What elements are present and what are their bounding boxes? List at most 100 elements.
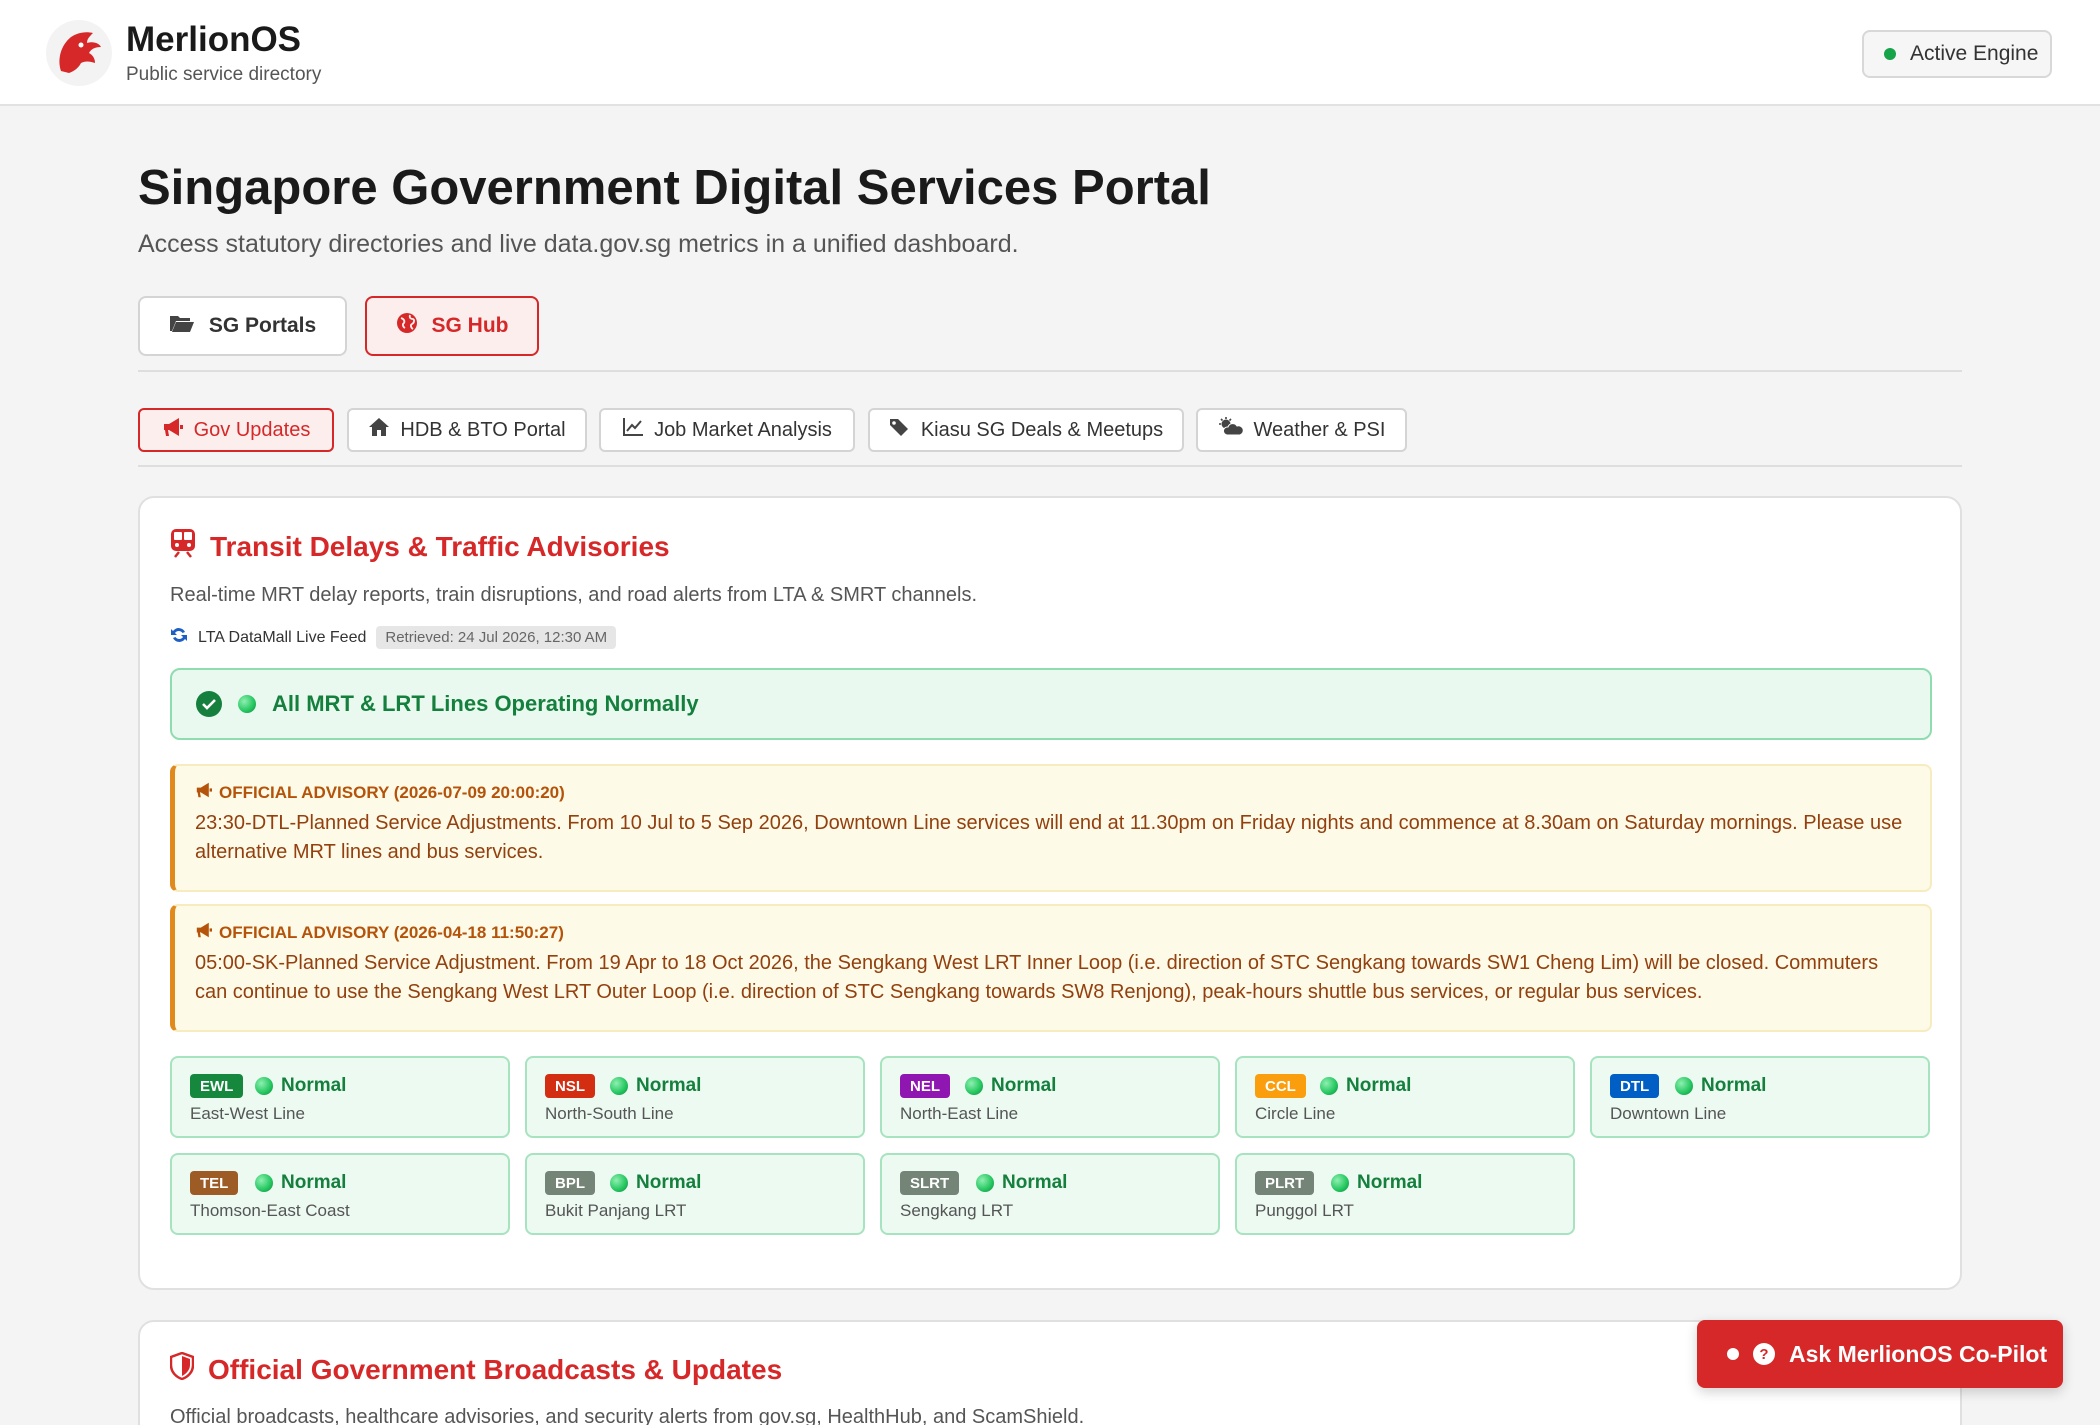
cloud-sun-icon (1218, 417, 1244, 443)
line-status-card[interactable]: CCL Normal Circle Line (1235, 1056, 1575, 1138)
status-dot-icon (1331, 1174, 1349, 1192)
line-status-card[interactable]: NEL Normal North-East Line (880, 1056, 1220, 1138)
line-status-text: Normal (991, 1075, 1057, 1096)
subtab-label: Kiasu SG Deals & Meetups (920, 418, 1164, 441)
advisory-header-text: OFFICIAL ADVISORY (2026-04-18 11:50:27) (219, 922, 564, 942)
tab-sg-portals[interactable]: SG Portals (138, 296, 347, 356)
line-status-card[interactable]: SLRT Normal Sengkang LRT (880, 1153, 1220, 1235)
line-code-badge: DTL (1610, 1074, 1660, 1098)
advisory-item: OFFICIAL ADVISORY (2026-07-09 20:00:20) … (170, 764, 1932, 892)
megaphone-icon (195, 922, 213, 943)
line-name: Punggol LRT (1255, 1201, 1354, 1220)
question-circle-icon: ? (1753, 1343, 1775, 1365)
tab-label: SG Portals (208, 314, 317, 337)
subtab-kiasu-deals[interactable]: Kiasu SG Deals & Meetups (868, 408, 1184, 452)
line-status-card[interactable]: PLRT Normal Punggol LRT (1235, 1153, 1575, 1235)
subtab-hdb-bto[interactable]: HDB & BTO Portal (347, 408, 587, 452)
broadcasts-card: Official Government Broadcasts & Updates… (138, 1320, 1962, 1425)
line-status: Normal (255, 1074, 346, 1098)
line-status-card[interactable]: BPL Normal Bukit Panjang LRT (525, 1153, 865, 1235)
broadcasts-title-text: Official Government Broadcasts & Updates (208, 1353, 783, 1385)
line-status: Normal (255, 1171, 346, 1195)
status-dot-icon (255, 1077, 273, 1095)
brand-subtitle: Public service directory (126, 64, 322, 85)
status-dot-icon (610, 1077, 628, 1095)
globe-icon (396, 312, 418, 340)
subtab-label: Gov Updates (193, 418, 311, 441)
retrieved-timestamp: Retrieved: 24 Jul 2026, 12:30 AM (376, 626, 617, 649)
advisory-header-text: OFFICIAL ADVISORY (2026-07-09 20:00:20) (219, 782, 565, 802)
line-status-text: Normal (281, 1172, 347, 1193)
transit-title-text: Transit Delays & Traffic Advisories (210, 530, 670, 562)
line-name: Bukit Panjang LRT (545, 1201, 687, 1220)
line-status: Normal (610, 1171, 701, 1195)
status-dot-icon (255, 1174, 273, 1192)
feed-source-label: LTA DataMall Live Feed (198, 628, 367, 646)
status-dot-icon (610, 1174, 628, 1192)
active-engine-badge[interactable]: Active Engine (1862, 30, 2052, 78)
engine-label: Active Engine (1910, 42, 2039, 65)
line-code-badge: TEL (190, 1171, 239, 1195)
line-status-text: Normal (281, 1075, 347, 1096)
copilot-label: Ask MerlionOS Co-Pilot (1789, 1340, 2048, 1367)
shield-icon (169, 1351, 195, 1387)
subtab-label: Job Market Analysis (654, 418, 832, 441)
line-status: Normal (976, 1171, 1067, 1195)
broadcasts-card-title: Official Government Broadcasts & Updates (169, 1351, 783, 1387)
sync-icon (170, 626, 188, 649)
line-status-text: Normal (1701, 1075, 1767, 1096)
status-dot-icon (1727, 1348, 1739, 1360)
live-feed-info: LTA DataMall Live Feed Retrieved: 24 Jul… (170, 626, 617, 649)
line-status: Normal (965, 1074, 1056, 1098)
overall-status-text: All MRT & LRT Lines Operating Normally (272, 691, 699, 716)
subtab-weather-psi[interactable]: Weather & PSI (1196, 408, 1407, 452)
line-chart-icon (622, 417, 644, 443)
transit-description: Real-time MRT delay reports, train disru… (170, 584, 978, 606)
subtab-label: Weather & PSI (1253, 418, 1386, 441)
overall-status-banner: All MRT & LRT Lines Operating Normally (170, 668, 1932, 740)
line-status: Normal (1675, 1074, 1766, 1098)
line-status-text: Normal (1357, 1172, 1423, 1193)
line-name: Sengkang LRT (900, 1201, 1014, 1220)
ask-copilot-button[interactable]: ? Ask MerlionOS Co-Pilot (1697, 1320, 2063, 1388)
subtab-gov-updates[interactable]: Gov Updates (138, 408, 334, 452)
line-code-badge: NEL (900, 1074, 950, 1098)
line-status-card[interactable]: TEL Normal Thomson-East Coast (170, 1153, 510, 1235)
transit-card-title: Transit Delays & Traffic Advisories (170, 528, 670, 565)
line-name: East-West Line (190, 1104, 305, 1123)
line-code-badge: NSL (545, 1074, 595, 1098)
line-status-card[interactable]: NSL Normal North-South Line (525, 1056, 865, 1138)
line-status: Normal (1331, 1171, 1422, 1195)
line-code-badge: SLRT (900, 1171, 960, 1195)
merlion-logo-icon[interactable] (46, 20, 112, 86)
status-dot-icon (965, 1077, 983, 1095)
advisory-header: OFFICIAL ADVISORY (2026-04-18 11:50:27) (195, 922, 1910, 943)
line-name: North-East Line (900, 1104, 1019, 1123)
megaphone-icon (162, 417, 184, 443)
page-subtitle: Access statutory directories and live da… (138, 230, 1019, 258)
subtab-job-market[interactable]: Job Market Analysis (599, 408, 855, 452)
line-status-card[interactable]: DTL Normal Downtown Line (1590, 1056, 1930, 1138)
line-code-badge: BPL (545, 1171, 595, 1195)
divider (138, 370, 1962, 372)
advisory-body: 23:30-DTL-Planned Service Adjustments. F… (195, 812, 1903, 863)
line-status-card[interactable]: EWL Normal East-West Line (170, 1056, 510, 1138)
line-status-text: Normal (1346, 1075, 1412, 1096)
line-code-badge: CCL (1255, 1074, 1306, 1098)
top-header: MerlionOS Public service directory Activ… (0, 0, 2100, 106)
folder-open-icon (169, 313, 195, 339)
line-name: Thomson-East Coast (190, 1201, 350, 1220)
line-status-text: Normal (636, 1172, 702, 1193)
tab-sg-hub[interactable]: SG Hub (365, 296, 539, 356)
train-icon (170, 528, 196, 565)
status-dot-icon (238, 695, 256, 713)
line-code-badge: PLRT (1255, 1171, 1315, 1195)
subtab-label: HDB & BTO Portal (400, 418, 566, 441)
line-name: Circle Line (1255, 1104, 1336, 1123)
line-status-text: Normal (1002, 1172, 1068, 1193)
line-name: Downtown Line (1610, 1104, 1727, 1123)
check-circle-icon (196, 691, 222, 717)
status-dot-icon (1320, 1077, 1338, 1095)
tab-label: SG Hub (431, 314, 509, 337)
divider (138, 465, 1962, 467)
